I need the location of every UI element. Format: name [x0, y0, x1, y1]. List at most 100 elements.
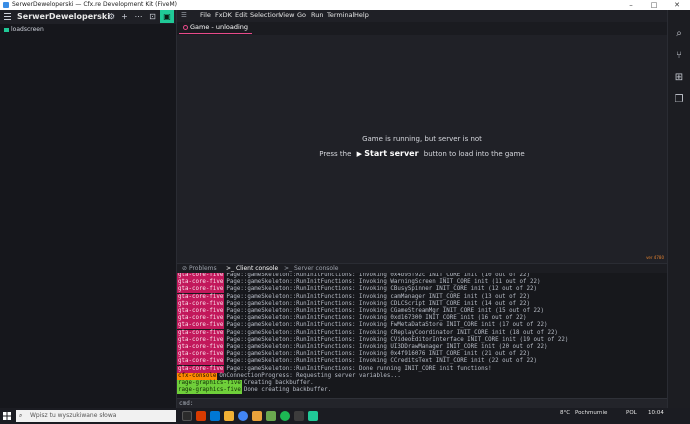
log-message: Page::gameSkeleton::RunInitFunctions: In…	[226, 329, 558, 336]
menu-go[interactable]: Go	[297, 11, 306, 19]
log-channel-badge: gta-core-five	[177, 279, 225, 287]
log-message: Page::gameSkeleton::RunInitFunctions: In…	[226, 322, 548, 329]
log-line: rage-graphics-five Creating backbuffer.	[177, 380, 314, 387]
log-message: Done creating backbuffer.	[243, 387, 332, 394]
start-game-button[interactable]: ▣	[160, 10, 174, 23]
warning-icon: ⊘	[182, 265, 188, 272]
menu-selection[interactable]: Selection	[250, 11, 280, 19]
log-line: gta-core-five Page::gameSkeleton::RunInit…	[177, 273, 530, 279]
menu-fxdk[interactable]: FxDK	[215, 11, 232, 19]
instruction-suffix: button to load into the game	[423, 150, 525, 158]
log-channel-badge: gta-core-five	[177, 365, 225, 373]
gear-icon[interactable]: ⚙	[107, 12, 116, 21]
sidebar-item-loadscreen[interactable]: loadscreen	[4, 26, 44, 34]
menu-help[interactable]: Help	[354, 11, 369, 19]
log-channel-badge: gta-core-five	[177, 322, 225, 330]
log-channel-badge: gta-core-five	[177, 308, 225, 315]
log-channel-badge: gta-core-five	[177, 329, 225, 337]
cmd-label: cmd:	[179, 400, 194, 407]
folder-icon	[4, 27, 9, 32]
menu-bar: ☰ File FxDK Edit Selection View Go Run T…	[177, 10, 667, 22]
sidebar: SerwerDeweloperski ⚙ + ⋯ ⊡ ▣ loadscreen	[0, 10, 177, 408]
log-channel-badge: cfx-console	[177, 372, 218, 380]
log-message: Page::gameSkeleton::RunInitFunctions: Do…	[226, 365, 492, 372]
log-message: OnConnectionProgress: Requesting server …	[219, 372, 401, 379]
vscode-icon[interactable]	[210, 411, 220, 421]
close-button[interactable]: ✕	[666, 0, 688, 10]
terminal-icon: >_	[284, 265, 293, 272]
tab-problems[interactable]: ⊘ Problems	[179, 264, 220, 273]
log-message: Page::gameSkeleton::RunInitFunctions: In…	[226, 344, 548, 350]
log-channel-badge: gta-core-five	[177, 336, 225, 344]
start-server-label: Start server	[364, 149, 419, 158]
office-icon[interactable]	[196, 411, 206, 421]
menu-file[interactable]: File	[200, 11, 211, 19]
log-channel-badge: gta-core-five	[177, 300, 225, 308]
window-title: SerwerDeweloperski — Cfx.re Development …	[12, 1, 177, 8]
app-icon[interactable]	[294, 411, 304, 421]
sidebar-item-label: loadscreen	[11, 26, 44, 33]
weather-desc[interactable]: Pochmurnie	[575, 410, 607, 416]
tab-server-console[interactable]: >_ Server console	[281, 264, 341, 273]
maximize-button[interactable]: □	[643, 0, 665, 10]
search-icon[interactable]: ⌕	[673, 28, 685, 40]
log-message: Page::gameSkeleton::RunInitFunctions: In…	[226, 336, 569, 343]
task-view-icon[interactable]	[182, 411, 192, 421]
log-line: gta-core-five Page::gameSkeleton::RunInit…	[177, 365, 492, 373]
language-indicator[interactable]: POL	[626, 410, 637, 416]
game-status-message: Game is running, but server is not	[362, 135, 482, 143]
sidebar-header: SerwerDeweloperski ⚙ + ⋯ ⊡ ▣	[0, 10, 176, 24]
log-channel-badge: gta-core-five	[177, 344, 225, 351]
log-message: Page::gameSkeleton::RunInitFunctions: In…	[226, 300, 531, 307]
app-icon[interactable]	[252, 411, 262, 421]
client-console-output[interactable]: gta-core-five Page::gameSkeleton::RunInit…	[177, 273, 667, 398]
log-channel-badge: gta-core-five	[177, 351, 225, 359]
log-message: Page::gameSkeleton::RunInitFunctions: In…	[226, 286, 537, 293]
project-title: SerwerDeweloperski	[17, 12, 110, 21]
search-icon: ⌕	[19, 412, 23, 419]
spotify-icon[interactable]	[280, 411, 290, 421]
log-line: gta-core-five Page::gameSkeleton::RunInit…	[177, 315, 527, 323]
log-channel-badge: gta-core-five	[177, 358, 225, 366]
weather-temp[interactable]: 8°C	[560, 410, 570, 416]
log-message: Creating backbuffer.	[243, 380, 314, 386]
explorer-icon[interactable]	[224, 411, 234, 421]
app-icon[interactable]	[266, 411, 276, 421]
start-server-button[interactable]: ▶ Start server	[357, 149, 419, 158]
source-control-icon[interactable]: ⑂	[673, 50, 685, 62]
menu-icon[interactable]	[4, 13, 11, 20]
chrome-icon[interactable]	[238, 411, 248, 421]
menu-toggle-icon[interactable]: ☰	[181, 11, 187, 19]
tab-game-label: Game - unloading	[190, 23, 249, 31]
taskbar-search-input[interactable]: ⌕ Wpisz tu wyszukiwane słowa	[16, 410, 176, 422]
menu-run[interactable]: Run	[311, 11, 323, 19]
window-titlebar: SerwerDeweloperski — Cfx.re Development …	[0, 0, 690, 10]
extensions-icon[interactable]: ⊞	[673, 72, 685, 84]
more-icon[interactable]: ⋯	[134, 12, 143, 21]
menu-terminal[interactable]: Terminal	[327, 11, 354, 19]
fxdk-taskbar-icon[interactable]	[308, 411, 318, 421]
windows-start-icon[interactable]	[3, 412, 11, 420]
copy-icon[interactable]: ❐	[673, 94, 685, 106]
log-line: gta-core-five Page::gameSkeleton::RunInit…	[177, 308, 544, 315]
terminal-icon: >_	[226, 265, 235, 272]
game-settings-icon[interactable]: ⊡	[148, 12, 157, 21]
clock[interactable]: 10:04	[648, 410, 664, 416]
log-line: cfx-console OnConnectionProgress: Request…	[177, 372, 401, 380]
log-channel-badge: gta-core-five	[177, 286, 225, 294]
log-line: gta-core-five Page::gameSkeleton::RunInit…	[177, 286, 537, 294]
log-message: Page::gameSkeleton::RunInitFunctions: In…	[226, 293, 531, 300]
menu-view[interactable]: View	[279, 11, 294, 19]
log-line: gta-core-five Page::gameSkeleton::RunInit…	[177, 344, 547, 351]
log-line: gta-core-five Page::gameSkeleton::RunInit…	[177, 358, 537, 366]
tab-game[interactable]: Game - unloading	[179, 22, 253, 34]
press-text: Press the	[319, 150, 352, 158]
add-icon[interactable]: +	[120, 12, 129, 21]
minimize-button[interactable]: –	[620, 0, 642, 10]
tab-client-console-label: Client console	[235, 265, 279, 272]
game-view[interactable]: Game is running, but server is not Press…	[177, 35, 667, 263]
log-channel-badge: rage-graphics-five	[177, 380, 242, 387]
menu-edit[interactable]: Edit	[235, 11, 248, 19]
log-channel-badge: gta-core-five	[177, 315, 225, 323]
game-version: ver 4780	[646, 255, 664, 260]
